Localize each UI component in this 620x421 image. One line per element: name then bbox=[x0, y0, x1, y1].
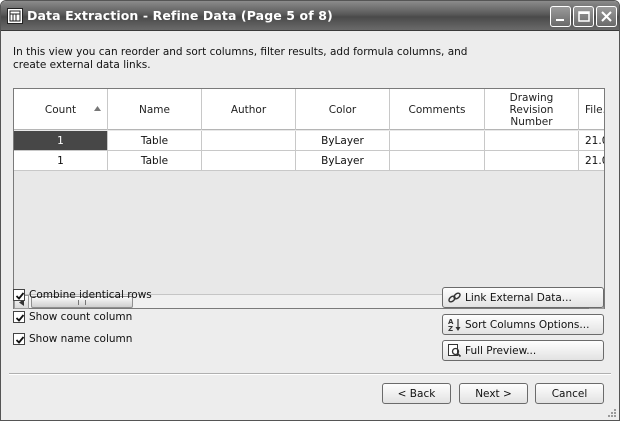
close-icon bbox=[601, 11, 612, 22]
maximize-button[interactable] bbox=[573, 6, 594, 27]
cell-comments[interactable] bbox=[390, 131, 485, 151]
show-name-column-option[interactable]: Show name column bbox=[13, 332, 132, 346]
table-row[interactable]: 1 Table ByLayer 21.0 bbox=[14, 131, 604, 151]
column-header-label: Count bbox=[44, 103, 77, 116]
cell-author[interactable] bbox=[202, 151, 296, 171]
show-count-column-checkbox[interactable] bbox=[13, 311, 25, 323]
grid-header: Count Name Author Color Comments Drawing… bbox=[14, 89, 604, 130]
column-header-comments[interactable]: Comments bbox=[390, 89, 485, 130]
combine-identical-rows-checkbox[interactable] bbox=[13, 289, 25, 301]
cell-color[interactable]: ByLayer bbox=[296, 131, 390, 151]
checkmark-icon bbox=[15, 314, 25, 322]
cell-file[interactable]: 21.0 bbox=[579, 131, 604, 151]
data-grid[interactable]: Count Name Author Color Comments Drawing… bbox=[13, 88, 605, 309]
cell-count[interactable]: 1 bbox=[14, 151, 108, 171]
show-name-column-label: Show name column bbox=[29, 333, 133, 345]
window-title: Data Extraction - Refine Data (Page 5 of… bbox=[27, 8, 333, 23]
column-header-label: Author bbox=[230, 103, 267, 116]
title-bar[interactable]: Data Extraction - Refine Data (Page 5 of… bbox=[1, 1, 619, 31]
column-header-label: Drawing Revision Number bbox=[509, 91, 554, 128]
chain-link-icon bbox=[448, 292, 461, 303]
combine-identical-rows-label: Combine identical rows bbox=[29, 289, 152, 301]
svg-text:Z: Z bbox=[448, 325, 453, 332]
full-preview-label: Full Preview... bbox=[465, 344, 537, 357]
magnifier-preview-icon bbox=[448, 344, 462, 358]
link-external-data-button[interactable]: Link External Data... bbox=[442, 287, 604, 308]
column-header-drawing-revision-number[interactable]: Drawing Revision Number bbox=[485, 89, 579, 130]
next-button[interactable]: Next > bbox=[459, 383, 528, 404]
full-preview-button[interactable]: Full Preview... bbox=[442, 340, 604, 361]
az-sort-icon: A Z bbox=[448, 318, 461, 332]
sort-columns-options-label: Sort Columns Options... bbox=[465, 318, 590, 331]
cell-comments[interactable] bbox=[390, 151, 485, 171]
show-count-column-label: Show count column bbox=[29, 311, 133, 323]
sort-columns-options-button[interactable]: A Z Sort Columns Options... bbox=[442, 314, 604, 335]
column-header-label: Name bbox=[139, 103, 170, 116]
column-header-label: File... bbox=[585, 103, 604, 116]
cell-author[interactable] bbox=[202, 131, 296, 151]
resize-grip-icon[interactable] bbox=[605, 406, 617, 418]
checkmark-icon bbox=[15, 292, 25, 300]
maximize-icon bbox=[578, 11, 590, 22]
page-description: In this view you can reorder and sort co… bbox=[13, 46, 468, 71]
link-external-data-label: Link External Data... bbox=[465, 291, 572, 304]
minimize-icon bbox=[556, 19, 564, 21]
minimize-button[interactable] bbox=[550, 6, 571, 27]
column-header-author[interactable]: Author bbox=[202, 89, 296, 130]
back-button[interactable]: < Back bbox=[382, 383, 451, 404]
show-name-column-checkbox[interactable] bbox=[13, 333, 25, 345]
show-count-column-option[interactable]: Show count column bbox=[13, 310, 132, 324]
dialog-window: Data Extraction - Refine Data (Page 5 of… bbox=[0, 0, 620, 421]
app-icon bbox=[7, 8, 23, 24]
checkmark-icon bbox=[15, 336, 25, 344]
cell-drawing-revision-number[interactable] bbox=[485, 151, 579, 171]
column-header-count[interactable]: Count bbox=[14, 89, 108, 130]
column-header-label: Comments bbox=[408, 103, 466, 116]
dialog-content: In this view you can reorder and sort co… bbox=[1, 32, 619, 420]
cell-drawing-revision-number[interactable] bbox=[485, 131, 579, 151]
column-header-file[interactable]: File... bbox=[579, 89, 604, 130]
column-header-color[interactable]: Color bbox=[296, 89, 390, 130]
column-header-label: Color bbox=[328, 103, 357, 116]
cell-name[interactable]: Table bbox=[108, 131, 202, 151]
column-header-name[interactable]: Name bbox=[108, 89, 202, 130]
close-button[interactable] bbox=[596, 6, 617, 27]
cancel-button[interactable]: Cancel bbox=[535, 383, 604, 404]
cell-count[interactable]: 1 bbox=[14, 131, 108, 151]
table-row[interactable]: 1 Table ByLayer 21.0 bbox=[14, 151, 604, 171]
cell-name[interactable]: Table bbox=[108, 151, 202, 171]
sort-ascending-icon bbox=[94, 106, 101, 111]
cell-color[interactable]: ByLayer bbox=[296, 151, 390, 171]
combine-identical-rows-option[interactable]: Combine identical rows bbox=[13, 288, 152, 302]
cell-file[interactable]: 21.0 bbox=[579, 151, 604, 171]
footer-separator bbox=[9, 373, 611, 375]
